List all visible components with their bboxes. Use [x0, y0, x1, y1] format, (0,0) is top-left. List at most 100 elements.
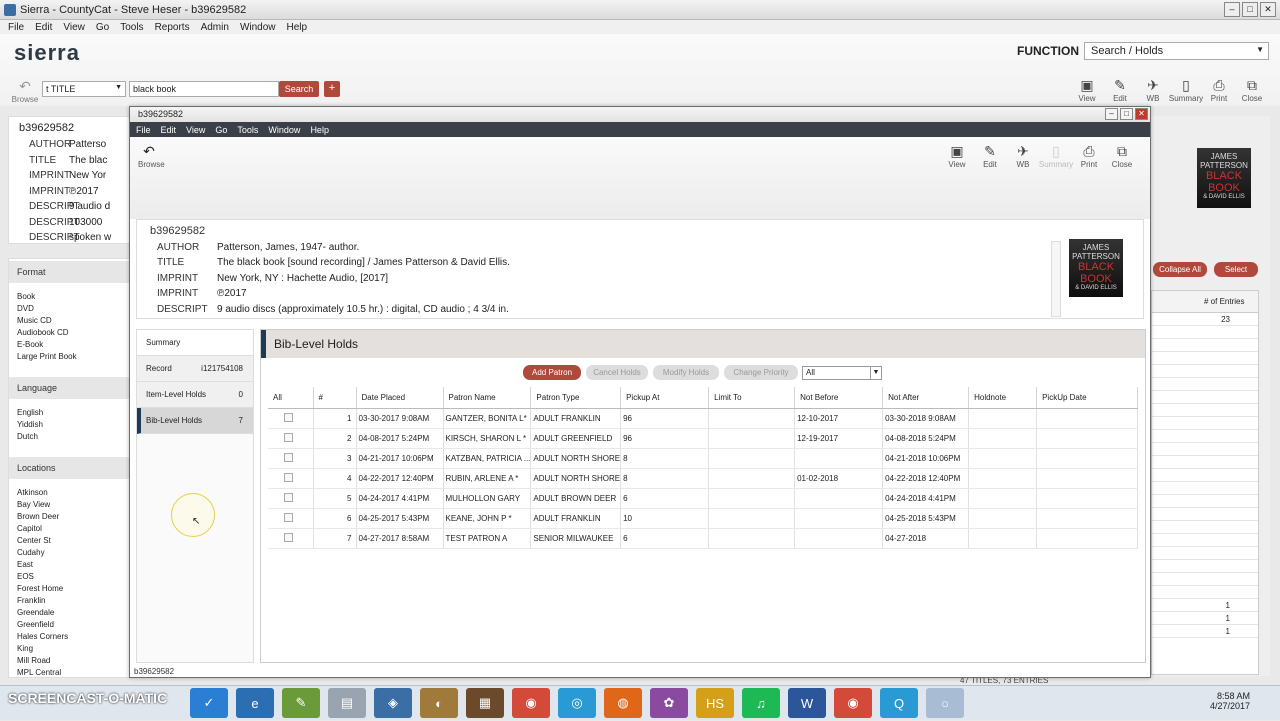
facet-item[interactable]: Cudahy	[9, 547, 129, 559]
edit-button[interactable]: ✎ Edit	[1105, 76, 1135, 103]
facet-item[interactable]: E-Book	[9, 339, 129, 351]
child-close-button[interactable]: ✕	[1135, 108, 1148, 120]
function-select[interactable]: Search / Holds ▼	[1084, 42, 1269, 60]
sierra-app-icon[interactable]: ◐	[420, 688, 458, 718]
nav-bib-level-holds[interactable]: Bib-Level Holds 7	[137, 408, 253, 434]
col-pickup-at[interactable]: Pickup At	[620, 387, 710, 409]
table-row[interactable]: 6 04-25-2017 5:43PM KEANE, JOHN P * ADULT F…	[268, 508, 1138, 529]
hs-icon[interactable]: HS	[696, 688, 734, 718]
book-cover[interactable]: JAMES PATTERSON BLACK BOOK & DAVID ELLIS	[1069, 239, 1123, 297]
facet-item[interactable]: Forest Home	[9, 583, 129, 595]
facet-item[interactable]: Music CD	[9, 315, 129, 327]
select-cell[interactable]	[268, 528, 314, 549]
child-edit-button[interactable]: ✎ Edit	[975, 142, 1005, 169]
word-icon[interactable]: W	[788, 688, 826, 718]
row-checkbox[interactable]	[284, 452, 293, 462]
close-button[interactable]: ⧉ Close	[1237, 76, 1267, 103]
holds-filter-select[interactable]: All ▼	[802, 366, 882, 380]
menu-view[interactable]: View	[63, 22, 85, 33]
facet-item[interactable]: Center St	[9, 535, 129, 547]
table-row[interactable]: 1 03-30-2017 9:08AM GANTZER, BONITA L* ADUL…	[268, 408, 1138, 429]
child-minimize-button[interactable]: –	[1105, 108, 1118, 120]
close-window-button[interactable]: ✕	[1260, 2, 1276, 17]
facet-format-header[interactable]: Format	[9, 261, 129, 283]
chrome-icon-2[interactable]: ◉	[834, 688, 872, 718]
child-view-button[interactable]: ▣ View	[942, 142, 972, 169]
facet-item[interactable]: Brown Deer	[9, 511, 129, 523]
col-date-placed[interactable]: Date Placed	[356, 387, 444, 409]
facet-item[interactable]: English	[9, 407, 129, 419]
menu-tools[interactable]: Tools	[120, 22, 143, 33]
database-icon[interactable]: ◈	[374, 688, 412, 718]
view-button[interactable]: ▣ View	[1072, 76, 1102, 103]
search-button[interactable]: Search	[279, 81, 319, 97]
col-all[interactable]: All	[268, 387, 314, 409]
nav-record[interactable]: Record i121754108	[137, 356, 253, 382]
child-maximize-button[interactable]: □	[1120, 108, 1133, 120]
col-patron-type[interactable]: Patron Type	[530, 387, 622, 409]
child-menu-help[interactable]: Help	[310, 125, 329, 135]
facet-locations-header[interactable]: Locations	[9, 457, 129, 479]
child-wb-button[interactable]: ✈ WB	[1008, 142, 1038, 169]
col-patron-name[interactable]: Patron Name	[443, 387, 532, 409]
table-row[interactable]: 3 04-21-2017 10:06PM KATZBAN, PATRICIA ...…	[268, 448, 1138, 469]
menu-file[interactable]: File	[8, 22, 24, 33]
facet-item[interactable]: Franklin	[9, 595, 129, 607]
select-button[interactable]: Select	[1214, 262, 1258, 277]
menu-edit[interactable]: Edit	[35, 22, 52, 33]
facet-item[interactable]: Greendale	[9, 607, 129, 619]
menu-go[interactable]: Go	[96, 22, 109, 33]
facet-item[interactable]: East	[9, 559, 129, 571]
wb-button[interactable]: ✈ WB	[1138, 76, 1168, 103]
checkbox-app-icon[interactable]: ✓	[190, 688, 228, 718]
select-cell[interactable]	[268, 488, 314, 509]
search-type-select[interactable]: t TITLE ▼	[42, 81, 126, 97]
globe-icon[interactable]: ◎	[558, 688, 596, 718]
select-cell[interactable]	[268, 428, 314, 449]
child-summary-button[interactable]: ▯ Summary	[1039, 142, 1073, 169]
firefox-icon[interactable]: ◍	[604, 688, 642, 718]
change-priority-button[interactable]: Change Priority	[724, 365, 798, 380]
child-menu-edit[interactable]: Edit	[161, 125, 177, 135]
spotify-icon[interactable]: ♫	[742, 688, 780, 718]
summary-button[interactable]: ▯ Summary	[1169, 76, 1203, 103]
select-cell[interactable]	[268, 508, 314, 529]
child-menu-file[interactable]: File	[136, 125, 151, 135]
ie-icon[interactable]: e	[236, 688, 274, 718]
child-print-button[interactable]: ⎙ Print	[1074, 142, 1104, 169]
child-browse-button[interactable]: ↶ Browse	[138, 143, 165, 169]
facet-language-header[interactable]: Language	[9, 377, 129, 399]
table-row[interactable]: 4 04-22-2017 12:40PM RUBIN, ARLENE A * ADUL…	[268, 468, 1138, 489]
row-checkbox[interactable]	[284, 412, 293, 422]
menu-window[interactable]: Window	[240, 22, 276, 33]
collapse-all-button[interactable]: Collapse All	[1153, 262, 1207, 277]
menu-help[interactable]: Help	[287, 22, 308, 33]
notepad-icon[interactable]: ✎	[282, 688, 320, 718]
child-menu-tools[interactable]: Tools	[237, 125, 258, 135]
col-not-after[interactable]: Not After	[882, 387, 970, 409]
col-number[interactable]: #	[313, 387, 357, 409]
table-row[interactable]: 2 04-08-2017 5:24PM KIRSCH, SHARON L * ADUL…	[268, 428, 1138, 449]
recorder-icon[interactable]: ○	[926, 688, 964, 718]
minimize-button[interactable]: –	[1224, 2, 1240, 17]
nav-summary[interactable]: Summary	[137, 330, 253, 356]
row-checkbox[interactable]	[284, 472, 293, 482]
search-app-icon[interactable]: Q	[880, 688, 918, 718]
print-button[interactable]: ⎙ Print	[1204, 76, 1234, 103]
search-input[interactable]: black book	[129, 81, 279, 97]
select-cell[interactable]	[268, 408, 314, 429]
child-menu-view[interactable]: View	[186, 125, 205, 135]
cancel-holds-button[interactable]: Cancel Holds	[586, 365, 648, 380]
menu-admin[interactable]: Admin	[201, 22, 229, 33]
select-cell[interactable]	[268, 448, 314, 469]
add-patron-button[interactable]: Add Patron	[523, 365, 581, 380]
book-app-icon[interactable]: ▦	[466, 688, 504, 718]
facet-item[interactable]: Atkinson	[9, 487, 129, 499]
add-search-button[interactable]: +	[324, 81, 340, 97]
col-pickup-date[interactable]: PickUp Date	[1036, 387, 1138, 409]
row-checkbox[interactable]	[284, 512, 293, 522]
facet-item[interactable]: MPL Central	[9, 667, 129, 677]
row-checkbox[interactable]	[284, 492, 293, 502]
facet-item[interactable]: Greenfield	[9, 619, 129, 631]
facet-item[interactable]: Large Print Book	[9, 351, 129, 363]
